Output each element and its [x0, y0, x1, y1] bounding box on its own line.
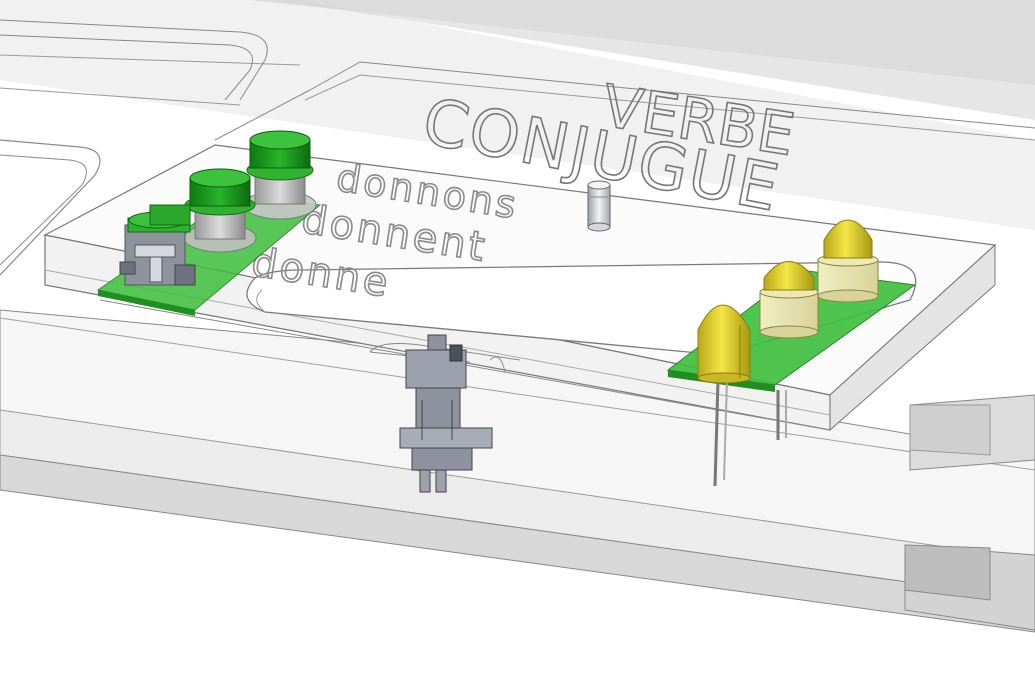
push-button-1[interactable]: [149, 204, 191, 226]
led-2: [759, 261, 819, 339]
push-button-2[interactable]: [183, 168, 257, 253]
cad-assembly-view: VERBE CONJUGUE donnons donnent donne: [0, 0, 1035, 633]
indicator-post: [587, 180, 611, 232]
